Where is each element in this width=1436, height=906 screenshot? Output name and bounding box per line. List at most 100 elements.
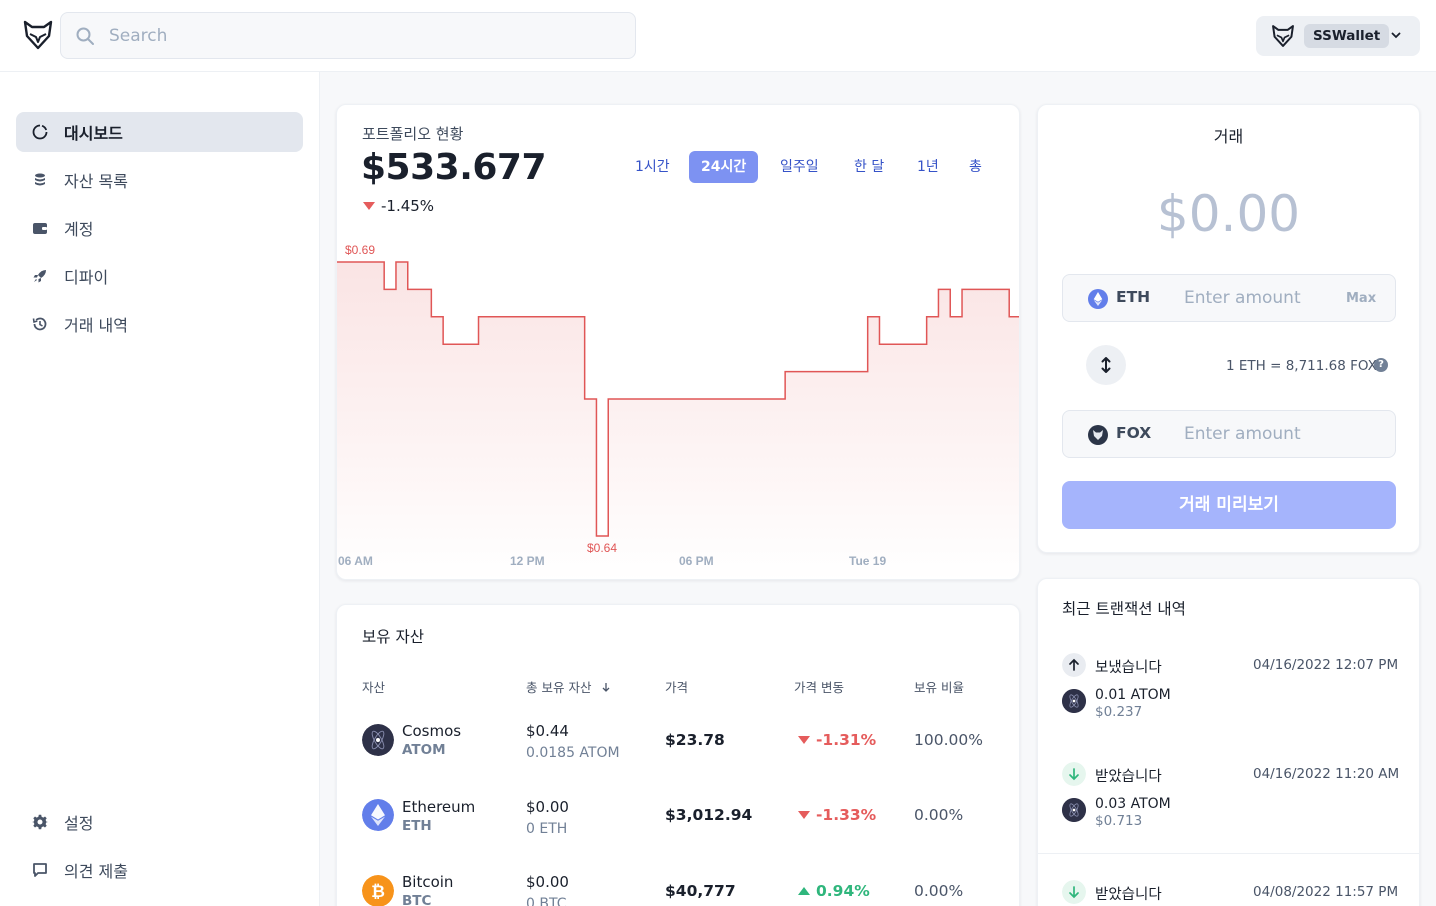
chart-area-fill [337,262,1019,579]
range-1w[interactable]: 일주일 [768,151,831,183]
ethereum-icon[interactable] [1088,289,1108,309]
asset-change-value: -1.31% [816,731,877,749]
search-input[interactable] [109,13,609,58]
to-asset-field[interactable]: FOX Enter amount [1062,410,1396,458]
transaction-date: 04/16/2022 12:07 PM [1253,657,1399,673]
info-icon[interactable]: ? [1374,358,1388,372]
col-header-asset[interactable]: 자산 [362,677,385,696]
sidebar-item-settings[interactable]: 설정 [16,802,303,842]
asset-price: $3,012.94 [665,806,753,824]
portfolio-chart: $0.69 $0.64 06 AM 12 PM 06 PM Tue 19 [337,243,1019,579]
portfolio-change-value: -1.45% [381,197,435,215]
arrow-up-icon [1062,653,1086,677]
col-header-change[interactable]: 가격 변동 [794,677,844,696]
col-header-total[interactable]: 총 보유 자산 [526,677,611,696]
portfolio-change: -1.45% [363,197,434,215]
portfolio-title: 포트폴리오 현황 [362,125,464,143]
ethereum-icon [362,799,394,831]
wallet-menu-button[interactable]: SSWallet [1256,16,1420,56]
from-asset-symbol[interactable]: ETH [1116,288,1150,306]
x-tick-label: 12 PM [510,554,545,568]
asset-name: Bitcoin [402,873,454,891]
swap-direction-button[interactable] [1086,345,1126,385]
sidebar-item-label: 의견 제출 [64,862,128,881]
chart-max-label: $0.69 [345,243,375,257]
fox-logo-icon[interactable] [22,18,54,52]
down-triangle-icon [798,736,810,744]
asset-amount: 0.0185 ATOM [526,745,620,761]
wallet-icon [33,223,47,234]
range-1h[interactable]: 1시간 [623,151,682,183]
asset-value: $0.00 [526,873,569,891]
range-1m[interactable]: 한 달 [842,151,896,183]
asset-value: $0.44 [526,722,569,740]
trade-preview-button[interactable]: 거래 미리보기 [1062,481,1396,529]
feedback-icon [33,863,47,877]
transaction-label: 받았습니다 [1095,769,1162,785]
cosmos-icon [1062,798,1086,822]
range-24h[interactable]: 24시간 [689,151,759,183]
col-header-price[interactable]: 가격 [665,677,688,696]
col-header-allocation[interactable]: 보유 비율 [914,677,964,696]
transaction-amount: 0.03 ATOM [1095,796,1171,812]
sidebar-item-label: 계정 [64,220,94,239]
sidebar-item-dashboard[interactable]: 대시보드 [16,112,303,152]
search-icon [76,27,94,45]
coins-icon [35,173,45,186]
fox-avatar-icon [1272,25,1294,47]
search-bar[interactable] [60,12,636,59]
sidebar-item-label: 디파이 [64,268,109,287]
asset-value: $0.00 [526,798,569,816]
down-triangle-icon [363,202,375,210]
recent-transactions-title: 최근 트랜잭션 내역 [1062,600,1186,618]
recent-transactions-card: 최근 트랜잭션 내역 보냈습니다 04/16/2022 12:07 PM 0.0… [1037,578,1420,906]
asset-change: -1.31% [798,731,876,749]
sidebar-item-label: 자산 목록 [64,172,128,191]
exchange-rate: 1 ETH = 8,711.68 FOX [1226,358,1377,374]
asset-change: 0.94% [798,882,870,900]
divider [1038,853,1419,854]
gear-icon [32,814,48,830]
x-tick-label: 06 AM [338,554,373,568]
sidebar-item-accounts[interactable]: 계정 [16,208,303,248]
asset-allocation: 100.00% [914,731,983,749]
sidebar: 대시보드 자산 목록 계정 디파이 거래 내역 설정 의견 제출 [0,72,320,906]
to-amount-input[interactable]: Enter amount [1184,424,1301,444]
fox-token-icon[interactable] [1088,425,1108,445]
sort-down-icon [602,683,610,692]
x-tick-label: 06 PM [679,554,714,568]
asset-change: -1.33% [798,806,876,824]
x-tick-label: Tue 19 [849,554,886,568]
from-asset-field[interactable]: ETH Enter amount Max [1062,274,1396,322]
max-button[interactable]: Max [1346,291,1376,306]
cosmos-icon [1062,689,1086,713]
swap-arrows-icon [1101,357,1111,373]
asset-name: Ethereum [402,798,476,816]
holdings-card: 보유 자산 자산 총 보유 자산 가격 가격 변동 보유 비율 Cosmos A… [336,604,1020,906]
transaction-label: 보냈습니다 [1095,660,1162,676]
transaction-date: 04/16/2022 11:20 AM [1253,766,1400,782]
col-header-total-label: 총 보유 자산 [526,680,592,695]
asset-change-value: -1.33% [816,806,877,824]
portfolio-value: $533.677 [361,147,547,188]
range-1y[interactable]: 1년 [905,151,951,183]
arrow-down-icon [1062,762,1086,786]
sidebar-item-history[interactable]: 거래 내역 [16,304,303,344]
sidebar-item-label: 대시보드 [64,124,123,143]
dashboard-icon [32,124,48,140]
holdings-title: 보유 자산 [362,628,424,646]
up-triangle-icon [798,887,810,895]
asset-allocation: 0.00% [914,882,964,900]
asset-change-value: 0.94% [816,882,870,900]
bitcoin-icon: ₿ [362,875,394,906]
transaction-label: 받았습니다 [1095,887,1162,903]
transaction-date: 04/08/2022 11:57 PM [1253,884,1399,900]
asset-allocation: 0.00% [914,806,964,824]
from-amount-input[interactable]: Enter amount [1184,288,1301,308]
to-asset-symbol[interactable]: FOX [1116,424,1151,442]
range-all[interactable]: 총 [957,151,994,183]
arrow-down-icon [1062,880,1086,904]
sidebar-item-defi[interactable]: 디파이 [16,256,303,296]
sidebar-item-feedback[interactable]: 의견 제출 [16,850,303,890]
sidebar-item-assets[interactable]: 자산 목록 [16,160,303,200]
